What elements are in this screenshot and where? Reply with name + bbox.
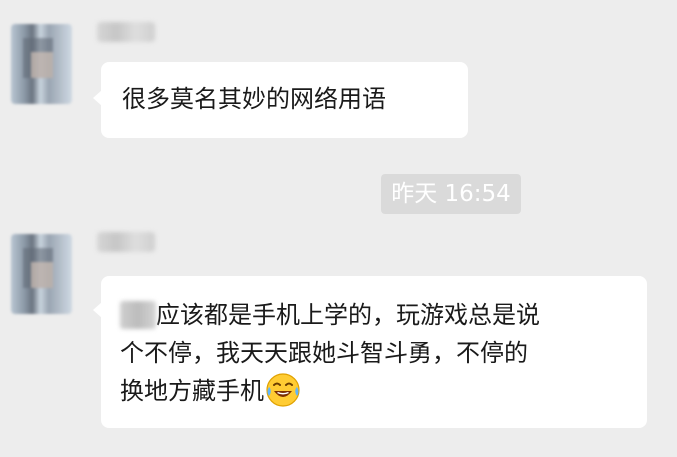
message-line: 应该都是手机上学的，玩游戏总是说 — [120, 296, 631, 334]
sender-name-redacted — [97, 232, 155, 252]
message-line: 换地方藏手机 — [120, 372, 631, 410]
message-text: 很多莫名其妙的网络用语 — [122, 85, 386, 113]
message-line: 个不停，我天天跟她斗智斗勇，不停的 — [120, 339, 528, 367]
message-text: 换地方藏手机 — [120, 377, 264, 405]
message-bubble[interactable]: 很多莫名其妙的网络用语 — [93, 62, 468, 138]
message-text: 应该都是手机上学的，玩游戏总是说 — [156, 301, 540, 329]
redacted-name — [120, 301, 156, 329]
message-bubble[interactable]: 应该都是手机上学的，玩游戏总是说 个不停，我天天跟她斗智斗勇，不停的 换地方藏手… — [93, 276, 647, 428]
avatar[interactable] — [11, 234, 72, 314]
sender-name-redacted — [97, 22, 155, 42]
laughing-tears-emoji-icon — [265, 372, 301, 408]
timestamp: 昨天 16:54 — [381, 174, 521, 214]
avatar[interactable] — [11, 24, 72, 104]
